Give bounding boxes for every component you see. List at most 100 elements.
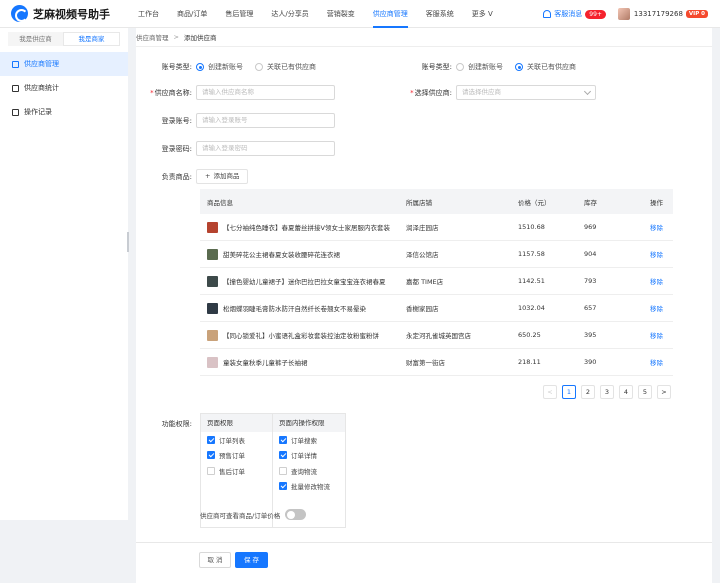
pagination: < 1 2 3 4 5 > xyxy=(538,385,671,399)
pagination-page-2[interactable]: 2 xyxy=(581,385,595,399)
checkbox-order-search[interactable]: 订单搜索 xyxy=(273,432,345,448)
product-thumbnail xyxy=(207,221,218,233)
cell-shop: 嘉都 TIME店 xyxy=(406,278,444,286)
login-account-input[interactable]: 请输入登录账号 xyxy=(196,113,335,128)
supplier-name-input[interactable]: 请输入供应商名称 xyxy=(196,85,335,100)
remove-button[interactable]: 移除 xyxy=(650,222,673,232)
sidebar-item-supplier-management[interactable]: 供应商管理 xyxy=(0,52,128,76)
user-phone[interactable]: 13317179268 xyxy=(634,10,683,18)
login-password-input[interactable]: 请输入登录密码 xyxy=(196,141,335,156)
pagination-page-3[interactable]: 3 xyxy=(600,385,614,399)
price-visibility-toggle[interactable] xyxy=(285,509,307,520)
product-thumbnail xyxy=(207,275,218,287)
checkbox-order-list[interactable]: 订单列表 xyxy=(201,432,272,448)
remove-button[interactable]: 移除 xyxy=(650,303,673,313)
radio-create-new-account[interactable]: 创建新账号 xyxy=(196,62,243,72)
pagination-page-1[interactable]: 1 xyxy=(562,385,576,399)
radio-link-existing-supplier-right[interactable]: 关联已有供应商 xyxy=(515,62,576,72)
pagination-page-4[interactable]: 4 xyxy=(619,385,633,399)
nav-supplier-management[interactable]: 供应商管理 xyxy=(364,0,417,28)
select-supplier-row: *选择供应商: 请选择供应商 xyxy=(396,85,596,100)
cell-stock: 793 xyxy=(584,277,597,285)
checkbox-batch-edit-logistics[interactable]: 批量修改物流 xyxy=(273,479,345,495)
product-thumbnail xyxy=(207,248,218,260)
tab-i-am-merchant[interactable]: 我是商家 xyxy=(63,32,120,46)
app-name: 芝麻视频号助手 xyxy=(33,7,110,21)
remove-button[interactable]: 移除 xyxy=(650,357,673,367)
nav-influencers[interactable]: 达人/分享员 xyxy=(262,0,317,28)
cell-price: 218.11 xyxy=(518,358,541,366)
checkbox-box xyxy=(279,466,287,475)
save-button[interactable]: 保 存 xyxy=(235,552,268,568)
checkbox-presale-orders[interactable]: 预售订单 xyxy=(201,448,272,464)
vip-badge: VIP 0 xyxy=(685,10,708,18)
radio-label: 关联已有供应商 xyxy=(527,63,576,71)
cell-price: 1142.51 xyxy=(518,277,545,285)
table-row: 【七分袖纯色睡衣】春夏蕾丝拼接V领女士家居服内衣套装 润泽庄园店 1510.68 96… xyxy=(200,214,673,241)
checkbox-query-logistics[interactable]: 查询物流 xyxy=(273,463,345,479)
radio-dot xyxy=(255,63,263,71)
supplier-name-row: *供应商名称: 请输入供应商名称 xyxy=(136,85,335,100)
page-permissions-title: 页面权限 xyxy=(201,414,272,432)
table-row: 【撞色婴幼儿童裙子】迷你巴拉巴拉女童宝宝连衣裙春夏 嘉都 TIME店 1142.51… xyxy=(200,268,673,295)
checkbox-label: 订单搜索 xyxy=(291,436,317,445)
label-text: 供应商名称: xyxy=(154,88,192,97)
role-tabs: 我是供应商 我是商家 xyxy=(8,32,120,46)
pagination-next[interactable]: > xyxy=(657,385,671,399)
app-logo[interactable]: 芝麻视频号助手 xyxy=(11,5,129,22)
checkbox-box xyxy=(279,435,287,444)
cell-shop: 永定河孔雀城英国宫店 xyxy=(406,332,471,340)
nav-after-sales[interactable]: 售后管理 xyxy=(216,0,262,28)
radio-dot xyxy=(515,63,523,71)
nav-customer-service[interactable]: 客服系统 xyxy=(417,0,463,28)
pagination-page-5[interactable]: 5 xyxy=(638,385,652,399)
radio-link-existing-supplier[interactable]: 关联已有供应商 xyxy=(255,62,316,72)
col-product-info: 商品信息 xyxy=(207,198,233,207)
account-type-row: 账号类型: 创建新账号 关联已有供应商 xyxy=(136,62,328,72)
table-row: 松烟蝶羽睫毛膏防水防汗自然纤长卷翘女不易晕染 香榭家园店 1032.04 657 移除 xyxy=(200,295,673,322)
radio-create-new-account-right[interactable]: 创建新账号 xyxy=(456,62,503,72)
sidebar-collapse-handle[interactable] xyxy=(127,232,129,252)
cell-price: 1157.58 xyxy=(518,250,545,258)
cancel-button[interactable]: 取 消 xyxy=(199,552,231,568)
remove-button[interactable]: 移除 xyxy=(650,330,673,340)
checkbox-box xyxy=(207,451,215,460)
nav-more[interactable]: 更多 V xyxy=(463,0,502,28)
nav-workbench[interactable]: 工作台 xyxy=(129,0,168,28)
supplier-select[interactable]: 请选择供应商 xyxy=(456,85,596,100)
bell-icon[interactable] xyxy=(543,10,552,18)
cell-price: 650.25 xyxy=(518,331,541,339)
product-thumbnail xyxy=(207,302,218,314)
cell-shop: 润泽庄园店 xyxy=(406,224,439,232)
sidebar-item-supplier-stats[interactable]: 供应商统计 xyxy=(0,76,128,100)
checkbox-order-details[interactable]: 订单详情 xyxy=(273,448,345,464)
cell-product-info: 【撞色婴幼儿童裙子】迷你巴拉巴拉女童宝宝连衣裙春夏 xyxy=(200,275,406,287)
checkbox-box xyxy=(207,435,215,444)
product-name: 【七分袖纯色睡衣】春夏蕾丝拼接V领女士家居服内衣套装 xyxy=(223,224,390,232)
checkbox-after-sales-orders[interactable]: 售后订单 xyxy=(201,463,272,479)
plus-icon: + xyxy=(205,172,211,180)
account-type-row-right: 账号类型: 创建新账号 关联已有供应商 xyxy=(396,62,588,72)
cell-product-info: 【七分袖纯色睡衣】春夏蕾丝拼接V领女士家居服内衣套装 xyxy=(200,221,406,233)
table-row: 【同心锁爱礼】小蜜语礼盒彩妆套装控油定妆粉蜜粉饼 永定河孔雀城英国宫店 650.25… xyxy=(200,322,673,349)
remove-button[interactable]: 移除 xyxy=(650,249,673,259)
add-product-button[interactable]: + 添加商品 xyxy=(196,169,249,184)
nav-marketing[interactable]: 营销裂变 xyxy=(318,0,364,28)
cell-stock: 390 xyxy=(584,358,597,366)
product-name: 【撞色婴幼儿童裙子】迷你巴拉巴拉女童宝宝连衣裙春夏 xyxy=(223,278,386,286)
sidebar-item-operation-log[interactable]: 操作记录 xyxy=(0,100,128,124)
checkbox-label: 批量修改物流 xyxy=(291,483,330,492)
customer-message-link[interactable]: 客服消息 xyxy=(554,9,582,19)
avatar[interactable] xyxy=(617,8,630,20)
login-account-label: 登录账号: xyxy=(161,116,192,125)
button-label: 添加商品 xyxy=(213,172,240,180)
pagination-prev[interactable]: < xyxy=(543,385,557,399)
checkbox-label: 订单详情 xyxy=(291,452,317,461)
tab-i-am-supplier[interactable]: 我是供应商 xyxy=(8,32,63,46)
nav-products-orders[interactable]: 商品/订单 xyxy=(168,0,216,28)
breadcrumb-parent[interactable]: 供应商管理 xyxy=(136,32,169,42)
radio-label: 关联已有供应商 xyxy=(267,63,316,71)
checkbox-box xyxy=(279,482,287,491)
remove-button[interactable]: 移除 xyxy=(650,276,673,286)
cell-price: 1032.04 xyxy=(518,304,545,312)
